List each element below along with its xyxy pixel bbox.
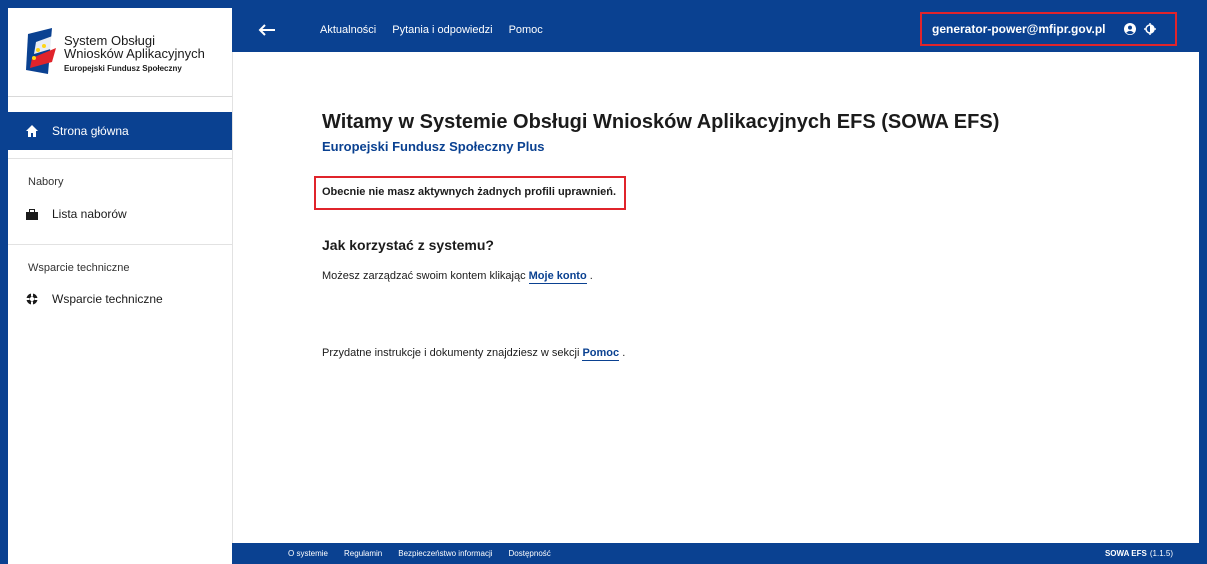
footer-link-o-systemie[interactable]: O systemie	[288, 549, 328, 558]
eu-logo-icon	[26, 28, 58, 74]
divider	[8, 244, 232, 245]
frame-right	[1199, 0, 1207, 564]
section-title-nabory: Nabory	[28, 176, 64, 188]
sidebar: System Obsługi Wniosków Aplikacyjnych Eu…	[8, 8, 233, 564]
logo-title-line2: Wniosków Aplikacyjnych	[64, 46, 205, 61]
sidebar-item-home[interactable]: Strona główna	[8, 112, 232, 150]
account-paragraph: Możesz zarządzać swoim kontem klikając M…	[322, 270, 593, 284]
help-paragraph-text: Przydatne instrukcje i dokumenty znajdzi…	[322, 347, 580, 359]
page-subtitle: Europejski Fundusz Społeczny Plus	[322, 139, 545, 154]
help-paragraph-end: .	[622, 347, 626, 359]
user-email[interactable]: generator-power@mfipr.gov.pl	[932, 22, 1106, 36]
topnav-pomoc[interactable]: Pomoc	[509, 24, 543, 36]
topnav-aktualnosci[interactable]: Aktualności	[320, 24, 376, 36]
footer-link-dostepnosc[interactable]: Dostępność	[509, 549, 551, 558]
version-number: (1.1.5)	[1149, 549, 1173, 558]
logo-area[interactable]: System Obsługi Wniosków Aplikacyjnych Eu…	[8, 8, 232, 97]
no-profiles-notice: Obecnie nie masz aktywnych żadnych profi…	[322, 186, 617, 198]
sidebar-item-label: Lista naborów	[52, 207, 127, 221]
version-name: SOWA EFS	[1104, 549, 1147, 558]
sidebar-item-label: Wsparcie techniczne	[52, 292, 163, 306]
sidebar-item-wsparcie-techniczne[interactable]: Wsparcie techniczne	[8, 286, 232, 312]
contrast-icon[interactable]	[1143, 23, 1156, 35]
moje-konto-link[interactable]: Moje konto	[528, 270, 587, 284]
top-nav: Aktualności Pytania i odpowiedzi Pomoc	[320, 8, 559, 52]
briefcase-icon	[26, 209, 38, 220]
lifebuoy-icon	[26, 293, 38, 305]
sidebar-item-lista-naborow[interactable]: Lista naborów	[8, 201, 232, 227]
top-bar: Aktualności Pytania i odpowiedzi Pomoc g…	[232, 8, 1199, 52]
user-circle-icon[interactable]	[1123, 23, 1136, 35]
footer-link-bezpieczenstwo[interactable]: Bezpieczeństwo informacji	[398, 549, 492, 558]
home-icon	[26, 125, 38, 137]
version-info: SOWA EFS (1.1.5)	[1105, 543, 1173, 564]
account-paragraph-end: .	[589, 270, 593, 282]
footer-link-regulamin[interactable]: Regulamin	[344, 549, 382, 558]
user-menu: generator-power@mfipr.gov.pl	[920, 12, 1177, 46]
logo-text: System Obsługi Wniosków Aplikacyjnych Eu…	[64, 34, 205, 75]
topnav-pytania[interactable]: Pytania i odpowiedzi	[392, 24, 492, 36]
pomoc-link[interactable]: Pomoc	[582, 347, 620, 361]
help-paragraph: Przydatne instrukcje i dokumenty znajdzi…	[322, 347, 626, 361]
arrow-left-icon[interactable]	[258, 22, 276, 38]
footer: O systemie Regulamin Bezpieczeństwo info…	[232, 543, 1199, 564]
page-title: Witamy w Systemie Obsługi Wniosków Aplik…	[322, 111, 1000, 133]
sidebar-item-label: Strona główna	[52, 124, 129, 138]
account-paragraph-text: Możesz zarządzać swoim kontem klikając	[322, 270, 526, 282]
app-root: System Obsługi Wniosków Aplikacyjnych Eu…	[0, 0, 1207, 564]
frame-left	[0, 0, 8, 564]
divider	[8, 158, 232, 159]
howto-heading: Jak korzystać z systemu?	[322, 237, 494, 253]
section-title-wsparcie: Wsparcie techniczne	[28, 262, 130, 274]
frame-top	[0, 0, 1207, 8]
logo-subtitle: Europejski Fundusz Społeczny	[64, 64, 182, 73]
footer-links: O systemie Regulamin Bezpieczeństwo info…	[288, 543, 567, 564]
